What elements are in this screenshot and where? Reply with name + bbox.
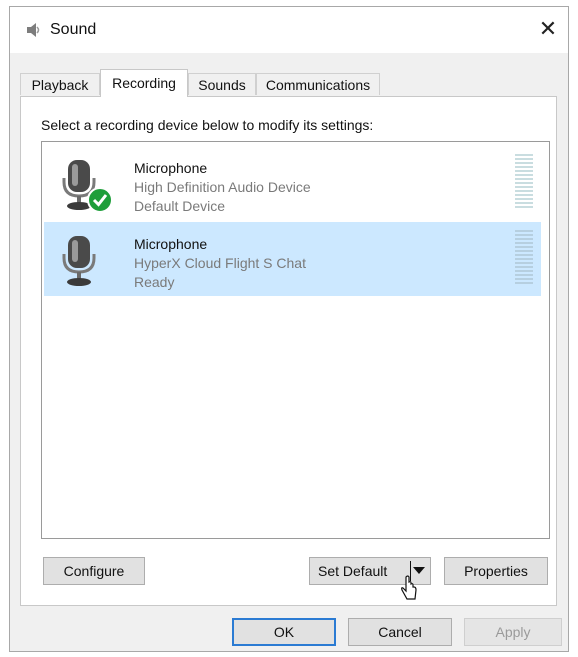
cancel-button[interactable]: Cancel bbox=[348, 618, 452, 646]
set-default-label: Set Default bbox=[318, 563, 388, 579]
instruction-text: Select a recording device below to modif… bbox=[41, 117, 374, 133]
window-title: Sound bbox=[50, 21, 97, 38]
device-list: Microphone High Definition Audio Device … bbox=[41, 141, 550, 539]
apply-button[interactable]: Apply bbox=[464, 618, 562, 646]
tab-sounds[interactable]: Sounds bbox=[188, 73, 256, 95]
speaker-icon bbox=[27, 23, 40, 37]
microphone-icon bbox=[62, 160, 113, 213]
level-meter-icon bbox=[515, 230, 533, 284]
title-bar: Sound ✕ bbox=[10, 7, 568, 53]
sound-dialog: Sound ✕ Playback Recording Sounds Commun… bbox=[9, 6, 569, 652]
tab-recording[interactable]: Recording bbox=[100, 69, 188, 97]
microphone-icon bbox=[62, 236, 96, 286]
dropdown-arrow-icon[interactable] bbox=[413, 567, 425, 574]
device-status: Ready bbox=[134, 274, 175, 290]
configure-button[interactable]: Configure bbox=[43, 557, 145, 585]
device-description: High Definition Audio Device bbox=[134, 179, 311, 195]
mouse-pointer-icon bbox=[401, 575, 417, 600]
close-button[interactable]: ✕ bbox=[534, 15, 562, 43]
list-item[interactable]: Microphone High Definition Audio Device … bbox=[44, 146, 541, 220]
device-name: Microphone bbox=[134, 236, 208, 252]
device-status: Default Device bbox=[134, 198, 226, 214]
device-description: HyperX Cloud Flight S Chat bbox=[134, 255, 306, 271]
check-icon bbox=[87, 187, 113, 213]
recording-panel: Select a recording device below to modif… bbox=[20, 96, 557, 606]
ok-button[interactable]: OK bbox=[232, 618, 336, 646]
level-meter-icon bbox=[515, 154, 533, 208]
device-name: Microphone bbox=[134, 160, 208, 176]
list-item[interactable]: Microphone HyperX Cloud Flight S Chat Re… bbox=[44, 222, 541, 296]
tab-playback[interactable]: Playback bbox=[20, 73, 100, 95]
properties-button[interactable]: Properties bbox=[444, 557, 548, 585]
tab-communications[interactable]: Communications bbox=[256, 73, 380, 95]
